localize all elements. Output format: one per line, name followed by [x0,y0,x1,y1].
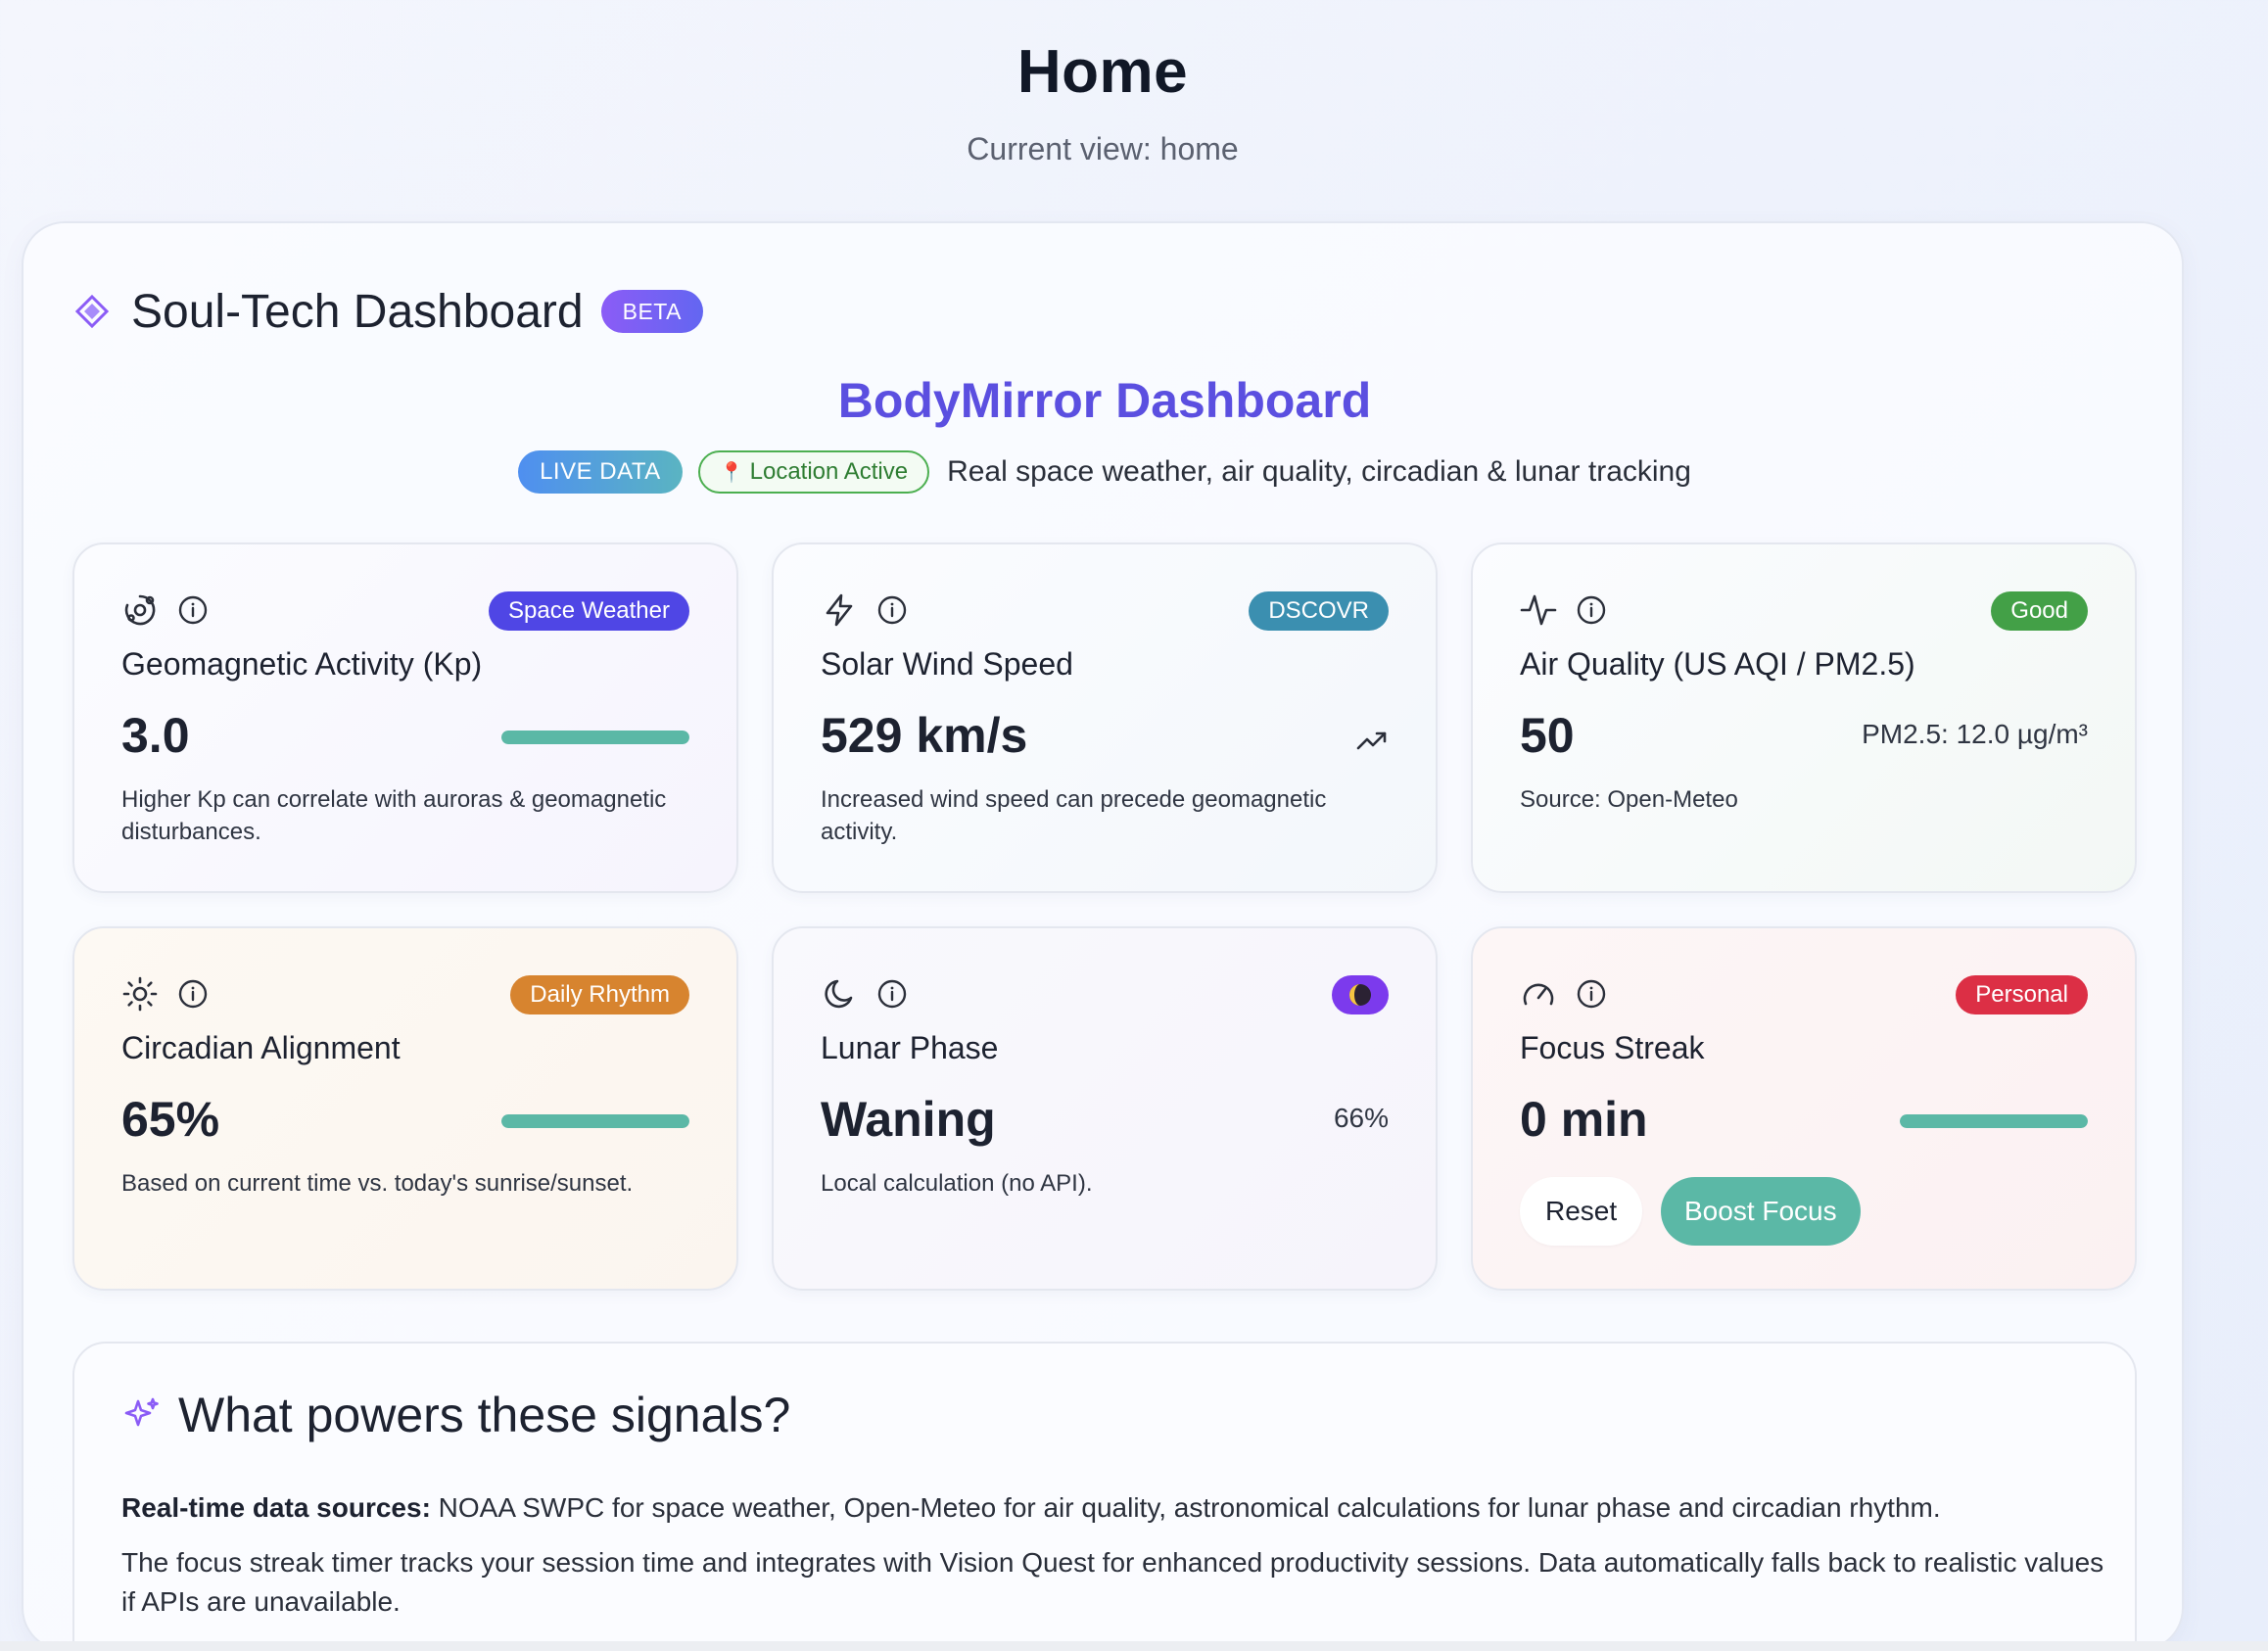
info-sources-label: Real-time data sources: [121,1492,431,1523]
info-icon[interactable] [174,591,212,629]
activity-icon [1520,591,1557,629]
card-value: 50 [1520,708,1575,763]
card-value: 65% [121,1092,220,1147]
dashboard-panel: Soul-Tech Dashboard BETA BodyMirror Dash… [22,221,2184,1651]
location-badge: 📍 Location Active [697,450,930,494]
gauge-icon [1520,975,1557,1013]
kp-progress-fill [501,731,689,744]
card-title: Air Quality (US AQI / PM2.5) [1520,646,1915,682]
circadian-progress-fill [501,1114,689,1128]
card-note: Increased wind speed can precede geomagn… [821,786,1327,845]
info-icon[interactable] [874,591,911,629]
kp-progress-bar [501,731,689,744]
tag-dscovr: DSCOVR [1249,591,1389,631]
dashboard-title: BodyMirror Dashboard [837,373,1372,428]
info-title: What powers these signals? [178,1388,791,1442]
focus-progress-fill [1900,1114,2088,1128]
card-note: Local calculation (no API). [821,1170,1093,1197]
pin-icon: 📍 [719,461,744,484]
card-title: Circadian Alignment [121,1030,401,1065]
info-paragraph-sources: Real-time data sources: NOAA SWPC for sp… [121,1488,2109,1528]
card-note: Based on current time vs. today's sunris… [121,1170,634,1197]
waning-moon-icon [1347,982,1373,1008]
card-note: Source: Open-Meteo [1520,786,1738,813]
panel-title: Soul-Tech Dashboard [131,285,584,338]
info-sources-text: NOAA SWPC for space weather, Open-Meteo … [430,1492,1941,1523]
focus-progress-bar [1900,1114,2088,1128]
moon-icon [821,975,858,1013]
dashboard-status-row: LIVE DATA 📍 Location Active Real space we… [24,450,2186,494]
boost-focus-button[interactable]: Boost Focus [1661,1177,1861,1246]
tag-good: Good [1991,591,2088,631]
location-badge-label: Location Active [749,458,909,485]
sun-icon [121,975,159,1013]
card-value: 0 min [1520,1092,1648,1147]
beta-badge: BETA [600,290,703,333]
card-title: Geomagnetic Activity (Kp) [121,646,483,682]
card-value: Waning [821,1092,996,1147]
card-geomagnetic: Space Weather Geomagnetic Activity (Kp) … [72,542,738,893]
orbit-icon [121,591,159,629]
bottom-scrollbar-track [0,1641,2268,1651]
moon-phase-badge [1332,975,1389,1014]
info-icon[interactable] [1573,975,1610,1013]
tag-space-weather: Space Weather [489,591,689,631]
card-circadian: Daily Rhythm Circadian Alignment 65% Bas… [72,926,738,1291]
card-value: 529 km/s [821,708,1028,763]
info-icon[interactable] [874,975,911,1013]
card-note: Higher Kp can correlate with auroras & g… [121,786,667,845]
card-lunar: Lunar Phase Waning 66% Local calculation… [772,926,1438,1291]
tag-daily-rhythm: Daily Rhythm [510,975,689,1014]
info-card: What powers these signals? Real-time dat… [72,1342,2137,1651]
pm25-readout: PM2.5: 12.0 µg/m³ [1862,719,2088,749]
dashboard-description: Real space weather, air quality, circadi… [947,455,1691,488]
circadian-progress-bar [501,1114,689,1128]
panel-header: Soul-Tech Dashboard BETA [72,272,703,351]
info-paragraph-focus: The focus streak timer tracks your sessi… [121,1547,2104,1617]
page-title: Home [1016,38,1189,106]
card-value: 3.0 [121,708,190,763]
lunar-illumination: 66% [1333,1103,1389,1133]
sparkles-icon [121,1394,163,1436]
card-focus: Personal Focus Streak 0 min Reset Boost … [1471,926,2137,1291]
card-air-quality: Good Air Quality (US AQI / PM2.5) 50 PM2… [1471,542,2137,893]
card-title: Focus Streak [1520,1030,1705,1065]
page-subtitle: Current view: home [967,131,1239,166]
info-icon[interactable] [1573,591,1610,629]
card-solar-wind: DSCOVR Solar Wind Speed 529 km/s Increas… [772,542,1438,893]
live-data-badge: LIVE DATA [518,450,683,494]
diamond-icon [72,292,112,331]
reset-button[interactable]: Reset [1520,1177,1643,1246]
tag-personal: Personal [1956,975,2088,1014]
zap-icon [821,591,858,629]
trending-up-icon [1355,727,1389,754]
info-icon[interactable] [174,975,212,1013]
card-title: Lunar Phase [821,1030,999,1065]
card-title: Solar Wind Speed [821,646,1073,682]
